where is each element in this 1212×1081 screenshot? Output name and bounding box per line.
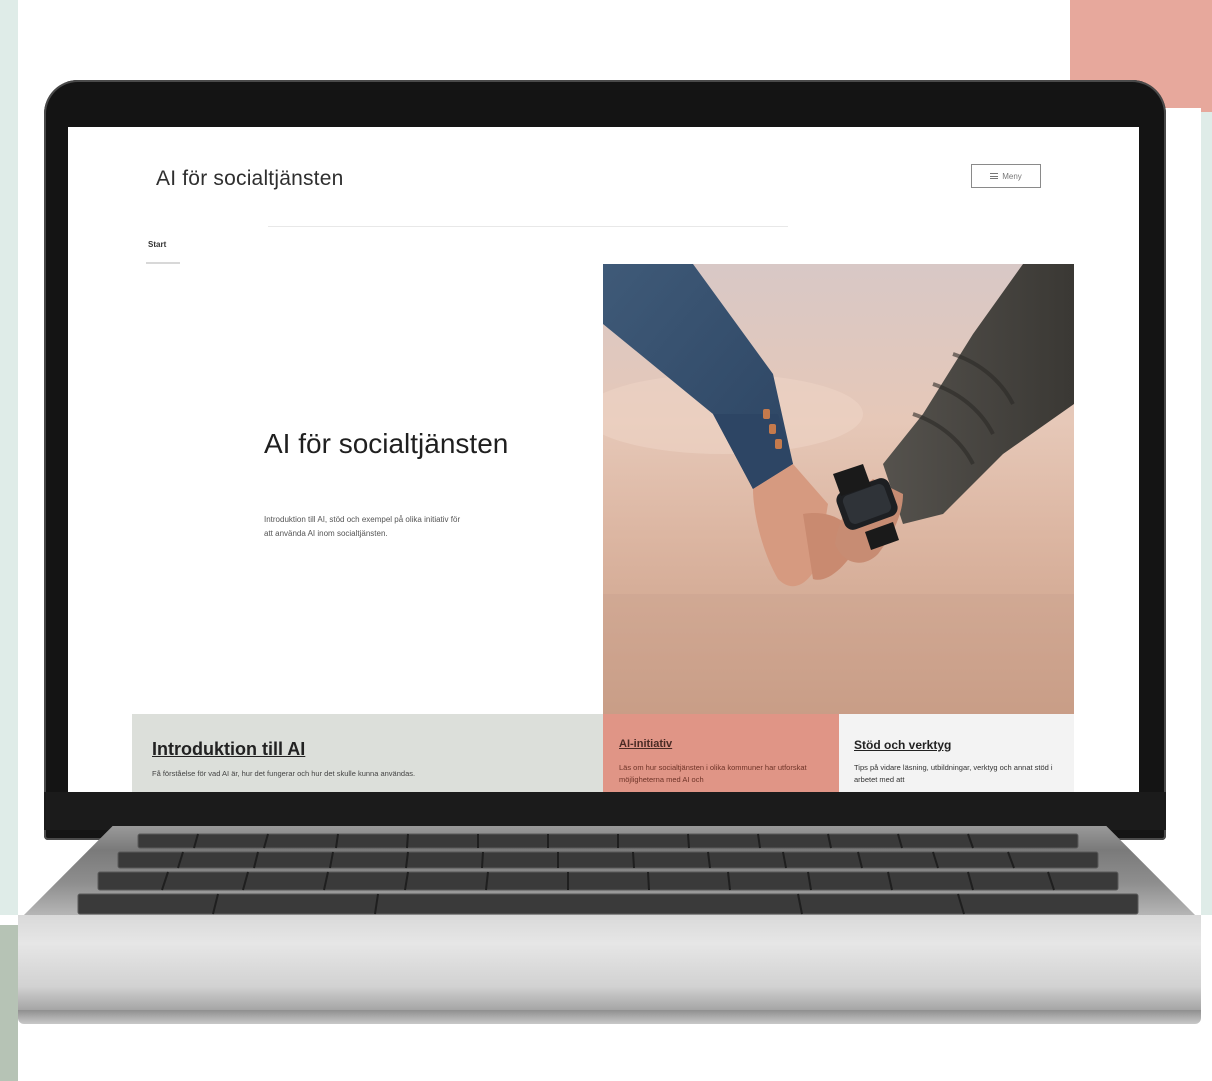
background-sage-block [0, 925, 18, 1081]
card-text-stod-och-verktyg: Tips på vidare läsning, utbildningar, ve… [854, 763, 1053, 784]
hero-description: Introduktion till AI, stöd och exempel p… [264, 515, 461, 538]
card-text-ai-initiativ: Läs om hur socialtjänsten i olika kommun… [619, 763, 807, 784]
keyboard-keys [77, 833, 1139, 915]
laptop-keyboard-deck [18, 826, 1201, 921]
laptop-palm-rest [18, 915, 1201, 1010]
hero-text-panel [132, 264, 604, 714]
card-text-introduktion: Få förståelse för vad AI är, hur det fun… [152, 769, 416, 778]
card-ai-initiativ[interactable]: AI-initiativ Läs om hur socialtjänsten i… [603, 714, 839, 792]
nav-item-start[interactable]: Start [148, 240, 166, 249]
laptop-front-edge [18, 1010, 1201, 1024]
card-introduktion[interactable]: Introduktion till AI Få förståelse för v… [132, 714, 603, 792]
marketing-graphic: AI för socialtjänsten Meny Start AI för … [0, 0, 1212, 1081]
laptop-screen: AI för socialtjänsten Meny Start AI för … [68, 127, 1139, 792]
header-divider [268, 226, 788, 227]
hands-illustration [603, 264, 1074, 714]
menu-button-label: Meny [1002, 171, 1022, 181]
menu-button[interactable]: Meny [971, 164, 1041, 188]
site-title[interactable]: AI för socialtjänsten [156, 167, 343, 191]
laptop-bottom-bezel [44, 792, 1166, 830]
card-title-stod-och-verktyg[interactable]: Stöd och verktyg [854, 738, 951, 752]
hamburger-icon [990, 173, 999, 179]
card-title-ai-initiativ[interactable]: AI-initiativ [619, 738, 672, 750]
background-salmon-strip [1201, 0, 1212, 112]
hero-photo-holding-hands [603, 264, 1074, 714]
hero-heading: AI för socialtjänsten [264, 428, 509, 459]
card-title-introduktion[interactable]: Introduktion till AI [152, 739, 305, 760]
card-stod-och-verktyg[interactable]: Stöd och verktyg Tips på vidare läsning,… [839, 714, 1074, 792]
